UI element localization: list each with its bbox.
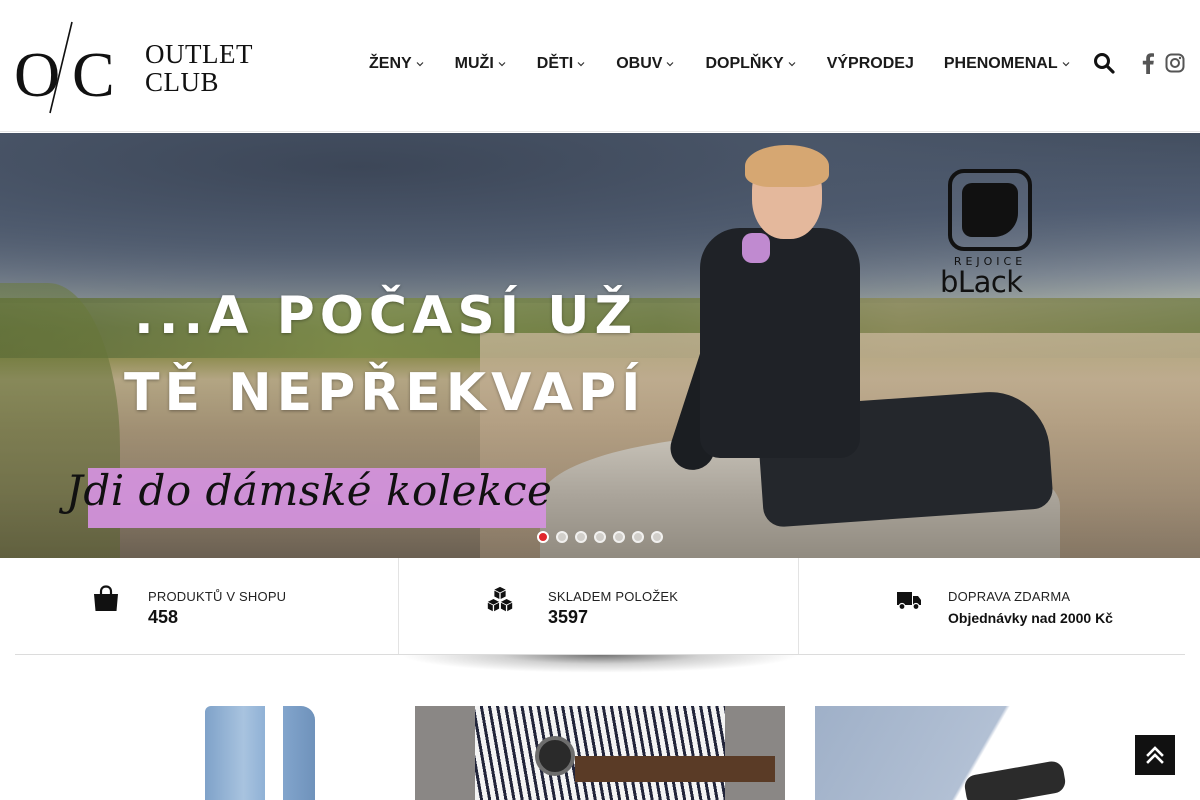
- divider-shadow: [400, 655, 800, 673]
- info-stock: SKLADEM POLOŽEK 3597: [400, 558, 799, 654]
- nav-item-label: PHENOMENAL: [943, 55, 1058, 72]
- site-logo[interactable]: O C OUTLET CLUB: [14, 20, 274, 115]
- info-strip: PRODUKTŮ V SHOPU 458 SKLADEM POLOŽEK 359…: [0, 558, 1200, 654]
- logo-mark-c: C: [72, 39, 115, 110]
- info-label: DOPRAVA ZDARMA: [948, 589, 1071, 604]
- instagram-link[interactable]: [1165, 53, 1185, 73]
- slider-dot-2[interactable]: [556, 531, 568, 543]
- watch-image: [535, 736, 575, 776]
- hero-headline-line-2: TĚ NEPŘEKVAPÍ: [124, 363, 646, 423]
- belt-image: [575, 756, 775, 782]
- jeans-image: [205, 706, 315, 800]
- category-tile-shirts[interactable]: [415, 706, 785, 800]
- info-value: Objednávky nad 2000 Kč: [948, 610, 1113, 626]
- site-header: O C OUTLET CLUB ŽENY MUŽI DĚTI OBUV DOPL…: [0, 0, 1200, 132]
- hero-model-jacket: [700, 228, 860, 458]
- info-label: PRODUKTŮ V SHOPU: [148, 589, 287, 604]
- info-products: PRODUKTŮ V SHOPU 458: [0, 558, 399, 654]
- nav-item-deti[interactable]: DĚTI: [537, 55, 586, 73]
- search-icon: [1094, 53, 1115, 74]
- nav-item-doplnky[interactable]: DOPLŇKY: [705, 55, 796, 73]
- logo-line-2: CLUB: [145, 67, 220, 97]
- instagram-icon: [1165, 53, 1185, 73]
- hero-model-hood: [742, 233, 770, 263]
- nav-item-label: VÝPRODEJ: [826, 55, 914, 72]
- nav-item-zeny[interactable]: ŽENY: [369, 55, 425, 73]
- brand-logo: REJOICE bLack: [940, 169, 1050, 299]
- slider-dot-3[interactable]: [575, 531, 587, 543]
- double-chevron-up-icon: [1146, 746, 1164, 764]
- main-nav: ŽENY MUŽI DĚTI OBUV DOPLŇKY VÝPRODEJ PHE…: [369, 50, 1101, 78]
- logo-text: OUTLET CLUB: [145, 40, 253, 96]
- nav-item-label: MUŽI: [454, 55, 494, 72]
- slider-dot-4[interactable]: [594, 531, 606, 543]
- info-value: 458: [148, 607, 179, 627]
- logo-mark: O C: [14, 21, 115, 114]
- nav-item-label: DOPLŇKY: [705, 55, 784, 72]
- scroll-to-top-button[interactable]: [1135, 735, 1175, 775]
- facebook-link[interactable]: [1141, 52, 1155, 74]
- shopping-bag-icon: [94, 585, 118, 611]
- shirt-image: [475, 706, 725, 800]
- chevron-down-icon: [577, 62, 585, 67]
- chevron-down-icon: [498, 62, 506, 67]
- nav-item-label: ŽENY: [369, 55, 412, 72]
- nav-item-vyprodej[interactable]: VÝPRODEJ: [827, 55, 914, 73]
- chevron-down-icon: [416, 62, 424, 67]
- brand-name-big: bLack: [940, 265, 1023, 299]
- chevron-down-icon: [788, 62, 796, 67]
- facebook-icon: [1142, 53, 1154, 74]
- slider-dot-1[interactable]: [537, 531, 549, 543]
- nav-item-phenomenal[interactable]: PHENOMENAL: [944, 55, 1071, 73]
- logo-line-1: OUTLET: [145, 39, 253, 69]
- boxes-icon: [487, 586, 513, 612]
- hero-cta-link[interactable]: Jdi do dámské kolekce: [66, 463, 552, 519]
- info-value: 3597: [548, 607, 589, 627]
- category-tile-jeans[interactable]: [15, 706, 385, 800]
- slider-dot-6[interactable]: [632, 531, 644, 543]
- hero-slider[interactable]: ...A POČASÍ UŽ TĚ NEPŘEKVAPÍ Jdi do dáms…: [0, 133, 1200, 558]
- info-label: SKLADEM POLOŽEK: [548, 589, 679, 604]
- info-shipping: DOPRAVA ZDARMA Objednávky nad 2000 Kč: [800, 558, 1200, 654]
- nav-item-label: DĚTI: [536, 55, 574, 72]
- hero-model-hair: [745, 145, 829, 187]
- nav-item-muzi[interactable]: MUŽI: [455, 55, 507, 73]
- search-button[interactable]: [1093, 52, 1115, 74]
- slider-dot-5[interactable]: [613, 531, 625, 543]
- truck-icon: [897, 592, 921, 611]
- brand-badge-icon: [948, 169, 1032, 251]
- slider-dots: [537, 531, 670, 543]
- nav-item-obuv[interactable]: OBUV: [616, 55, 675, 73]
- hero-headline-line-1: ...A POČASÍ UŽ: [134, 286, 638, 346]
- chevron-down-icon: [1062, 62, 1070, 67]
- slider-dot-7[interactable]: [651, 531, 663, 543]
- category-tile-sweaters[interactable]: [815, 706, 1185, 800]
- nav-item-label: OBUV: [616, 55, 663, 72]
- chevron-down-icon: [667, 62, 674, 67]
